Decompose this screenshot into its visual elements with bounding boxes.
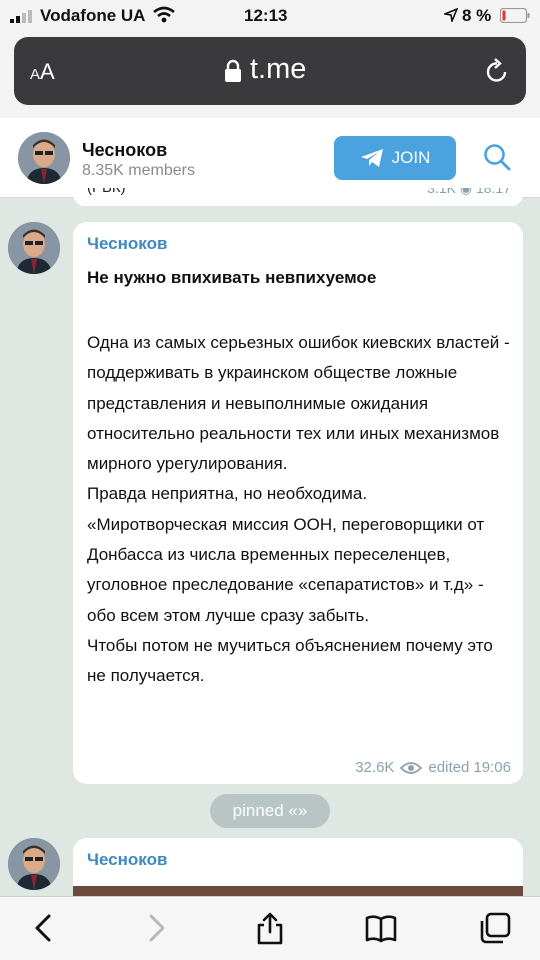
eye-icon <box>400 761 423 774</box>
next-message-avatar[interactable] <box>8 838 60 890</box>
browser-toolbar <box>0 896 540 960</box>
carrier-name: Vodafone UA <box>40 6 146 25</box>
location-icon <box>444 8 458 22</box>
tabs-icon[interactable] <box>478 911 512 945</box>
chevron-right-icon[interactable] <box>138 911 172 945</box>
pinned-service-message: pinned «» <box>210 794 330 828</box>
previous-message-meta: 3.1K ◉ 18:17 <box>427 188 511 196</box>
message-paragraph: «Миротворческая миссия ООН, переговорщик… <box>87 514 485 625</box>
telegram-plane-icon <box>360 149 383 167</box>
view-count: 32.6K <box>355 759 395 776</box>
message-body: Одна из самых серьезных ошибок киевских … <box>87 328 515 692</box>
channel-avatar[interactable] <box>18 132 70 184</box>
message-meta: 32.6K edited 19:06 <box>355 759 511 776</box>
share-icon[interactable] <box>253 911 287 945</box>
message-headline: Не нужно впихивать невпихуемое <box>87 268 377 287</box>
message-paragraph: Правда неприятна, но необходима. <box>87 484 368 504</box>
previous-message: (РБК) 3.1K ◉ 18:17 <box>73 188 523 206</box>
previous-message-text: (РБК) <box>87 188 126 196</box>
lock-icon <box>225 59 241 82</box>
url-domain[interactable]: t.me <box>250 53 306 86</box>
message-avatar[interactable] <box>8 222 60 274</box>
address-bar[interactable]: AA t.me <box>14 37 526 105</box>
chevron-left-icon[interactable] <box>28 911 62 945</box>
clock: 12:13 <box>244 6 288 25</box>
search-icon[interactable] <box>482 142 512 172</box>
battery-icon <box>500 8 530 23</box>
text-size-button[interactable]: AA <box>30 59 55 85</box>
message-paragraph: Одна из самых серьезных ошибок киевских … <box>87 333 510 474</box>
join-button[interactable]: JOIN <box>334 136 456 180</box>
signal-icon <box>10 10 32 23</box>
message-paragraph: Чтобы потом не мучиться объяснением поче… <box>87 635 493 686</box>
join-label: JOIN <box>391 148 431 167</box>
reload-icon[interactable] <box>484 57 510 85</box>
status-bar: Vodafone UA 12:13 8 % <box>0 0 540 32</box>
message-author[interactable]: Чесноков <box>87 234 167 254</box>
wifi-icon <box>153 6 175 23</box>
member-count: 8.35K members <box>82 162 195 179</box>
browser-address-area: AA t.me <box>0 32 540 118</box>
next-message-author[interactable]: Чесноков <box>87 850 167 870</box>
channel-header: Чесноков 8.35K members JOIN <box>0 118 540 198</box>
channel-title: Чесноков <box>82 140 168 160</box>
message-bubble: Чесноков Не нужно впихивать невпихуемое … <box>73 222 523 784</box>
battery-percent: 8 % <box>462 6 492 25</box>
edited-time: edited 19:06 <box>428 759 511 776</box>
book-icon[interactable] <box>364 911 398 945</box>
